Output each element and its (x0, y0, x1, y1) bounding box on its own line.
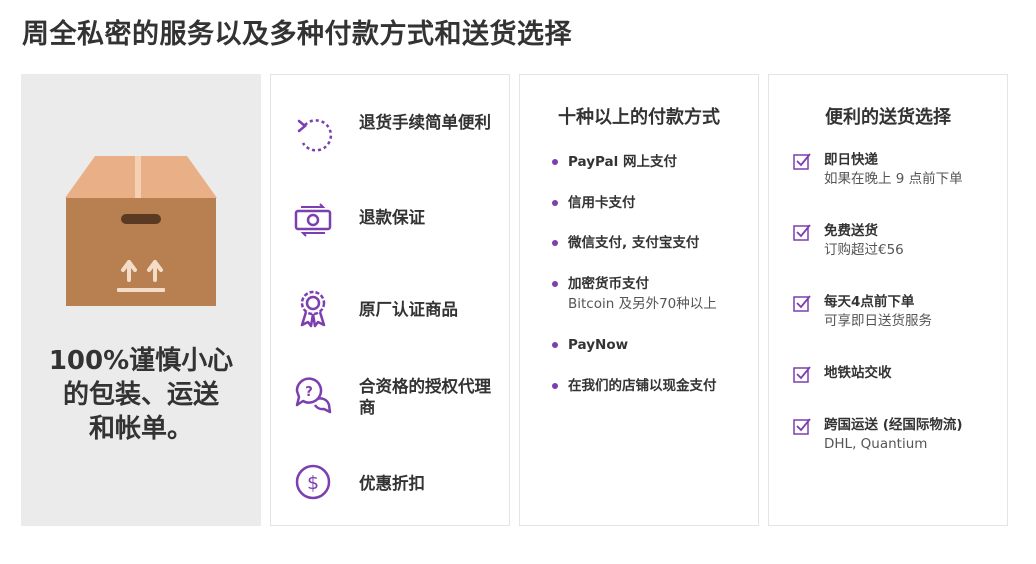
payment-heading: 十种以上的付款方式 (558, 107, 720, 128)
bullet (552, 240, 558, 246)
checkbox-check-icon (793, 418, 811, 435)
payment-item-credit-card: 信用卡支付 (552, 193, 742, 213)
bullet (552, 200, 558, 206)
svg-text:?: ? (305, 385, 313, 400)
checkbox-check-icon (793, 224, 811, 241)
payment-card: 十种以上的付款方式 PayPal 网上支付 信用卡支付 微信支付, 支付宝支付 … (519, 74, 759, 526)
payment-item-wechat-alipay: 微信支付, 支付宝支付 (552, 233, 742, 253)
feature-refund-guarantee: 退款保证 (271, 180, 509, 260)
feature-easy-return: 退货手续简单便利 (271, 95, 509, 175)
delivery-item-international: 跨国运送 (经国际物流) DHL, Quantium (793, 416, 993, 454)
delivery-item-order-before-4: 每天4点前下单 可享即日送货服务 (793, 293, 993, 331)
chat-question-icon: ? (295, 377, 332, 414)
services-card: 退货手续简单便利 退款保证 原厂认证商品 ? 合资格的授权代理商 $ 优惠折扣 (270, 74, 510, 526)
delivery-item-free-shipping: 免费送货 订购超过€56 (793, 222, 993, 260)
packaging-card: 100%谨慎小心 的包装、运送 和帐单。 (21, 74, 261, 526)
packaging-caption: 100%谨慎小心 的包装、运送 和帐单。 (48, 346, 234, 444)
checkbox-check-icon (793, 366, 811, 383)
cardboard-box-icon (65, 156, 217, 306)
feature-discounts: $ 优惠折扣 (271, 442, 509, 522)
checkbox-check-icon (793, 153, 811, 170)
bullet (552, 342, 558, 348)
delivery-card: 便利的送货选择 即日快递 如果在晚上 9 点前下单 免费送货 订购超过€56 每… (768, 74, 1008, 526)
dollar-coin-icon: $ (295, 464, 331, 500)
svg-text:$: $ (307, 472, 319, 494)
delivery-item-same-day: 即日快递 如果在晚上 9 点前下单 (793, 151, 993, 189)
checkbox-check-icon (793, 295, 811, 312)
badge-ribbon-icon (300, 290, 326, 328)
feature-authorized-dealer: ? 合资格的授权代理商 (271, 355, 509, 435)
return-arrow-icon (297, 119, 333, 152)
bullet (552, 383, 558, 389)
delivery-item-mrt-pickup: 地铁站交收 (793, 364, 993, 383)
bullet (552, 281, 558, 287)
bullet (552, 159, 558, 165)
money-refund-icon (294, 203, 332, 237)
feature-authentic-products: 原厂认证商品 (271, 268, 509, 348)
payment-item-paypal: PayPal 网上支付 (552, 152, 742, 172)
page-title: 周全私密的服务以及多种付款方式和送货选择 (22, 19, 572, 50)
payment-item-paynow: PayNow (552, 335, 742, 355)
delivery-heading: 便利的送货选择 (825, 107, 951, 128)
payment-item-crypto: 加密货币支付 Bitcoin 及另外70种以上 (552, 274, 742, 314)
payment-item-cash-in-store: 在我们的店铺以现金支付 (552, 376, 742, 396)
